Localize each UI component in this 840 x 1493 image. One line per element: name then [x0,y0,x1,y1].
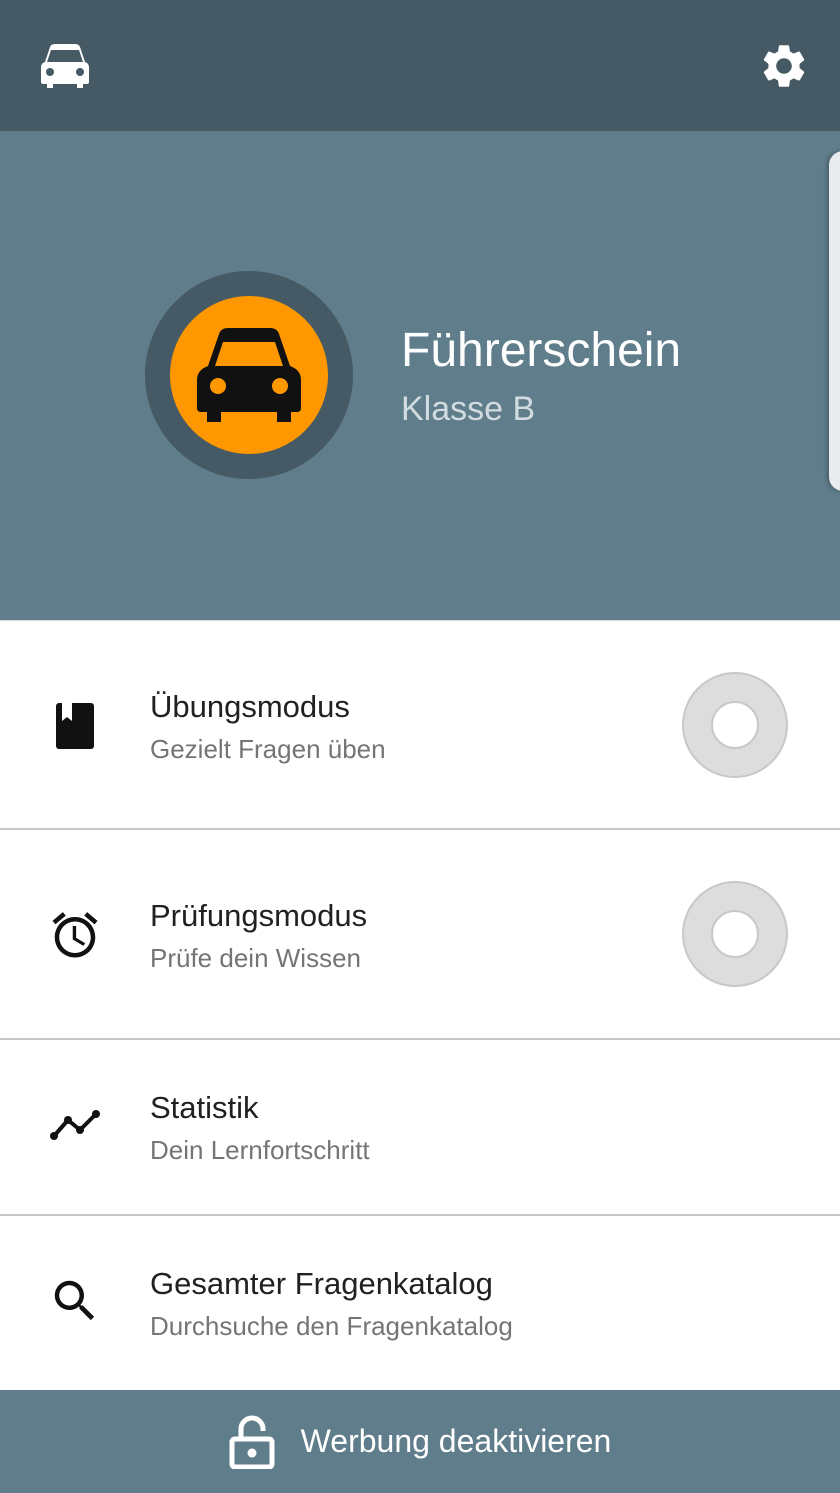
menu-item-pruefungsmodus[interactable]: Prüfungsmodus Prüfe dein Wissen [0,830,840,1040]
remove-ads-label: Werbung deaktivieren [300,1423,612,1459]
lock-open-icon [229,1415,275,1469]
menu-item-title: Statistik [150,1090,259,1125]
book-icon [56,703,94,749]
alarm-clock-icon [52,912,98,958]
trend-chart-icon [50,1110,100,1140]
menu-item-subtitle: Dein Lernfortschritt [150,1135,370,1165]
menu-item-title: Gesamter Fragenkatalog [150,1266,493,1301]
menu-item-subtitle: Gezielt Fragen üben [150,734,386,764]
car-icon [197,328,301,422]
remove-ads-button[interactable]: Werbung deaktivieren [0,1390,840,1493]
avatar-badge [170,296,328,454]
main-menu: Übungsmodus Gezielt Fragen üben Prüfungs… [0,620,840,1390]
app-toolbar [0,0,840,131]
avatar [145,271,353,479]
header-banner: Führerschein Klasse B [0,131,840,620]
menu-item-title: Übungsmodus [150,689,350,724]
menu-item-title: Prüfungsmodus [150,898,368,933]
menu-item-statistik[interactable]: Statistik Dein Lernfortschritt [0,1040,840,1216]
menu-item-subtitle: Durchsuche den Fragenkatalog [150,1311,513,1341]
search-icon [54,1280,95,1321]
page-subtitle: Klasse B [401,390,536,428]
progress-ring [682,881,788,987]
progress-ring [682,672,788,778]
menu-item-fragenkatalog[interactable]: Gesamter Fragenkatalog Durchsuche den Fr… [0,1216,840,1390]
menu-item-subtitle: Prüfe dein Wissen [150,943,361,973]
page-title: Führerschein [401,324,682,377]
car-icon[interactable] [41,44,89,88]
gear-icon[interactable] [758,40,810,92]
menu-item-uebungsmodus[interactable]: Übungsmodus Gezielt Fragen üben [0,620,840,830]
side-drawer-edge[interactable] [829,151,840,491]
